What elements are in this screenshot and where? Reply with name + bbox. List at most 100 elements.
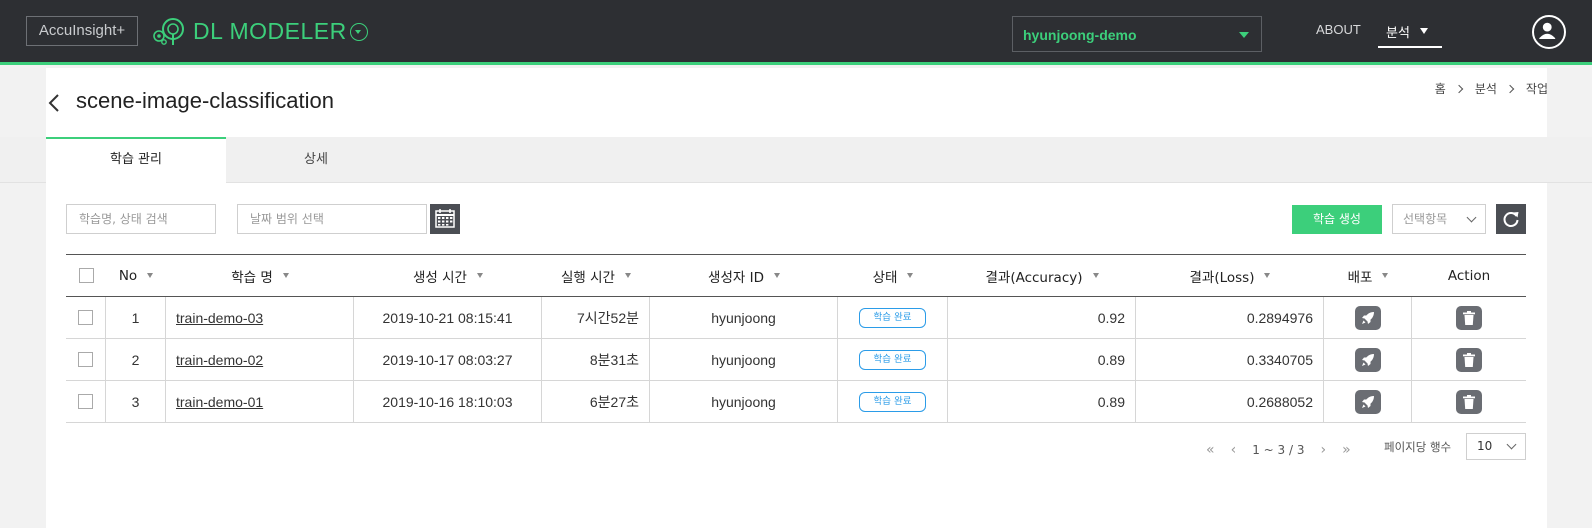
header-label: 생성 시간 (413, 269, 467, 286)
row-checkbox[interactable] (78, 394, 93, 409)
item-select-placeholder: 선택항목 (1403, 212, 1448, 226)
cell-created: 2019-10-17 08:03:27 (354, 339, 542, 380)
cell-name: train-demo-02 (166, 339, 354, 380)
training-name-link[interactable]: train-demo-01 (176, 394, 263, 410)
breadcrumb-analysis[interactable]: 분석 (1475, 80, 1497, 97)
cell-name: train-demo-01 (166, 381, 354, 422)
breadcrumb-home[interactable]: 홈 (1435, 80, 1446, 97)
product-menu-dropdown-icon[interactable] (350, 23, 368, 41)
cell-loss: 0.2894976 (1136, 297, 1324, 338)
deploy-button[interactable] (1354, 389, 1381, 414)
nav-about-link[interactable]: ABOUT (1316, 22, 1361, 37)
sort-icon (1092, 273, 1099, 278)
rows-per-page-select[interactable]: 10 (1466, 433, 1526, 460)
status-badge: 학습 완료 (858, 349, 927, 370)
header-creator[interactable]: 생성자 ID (650, 255, 838, 296)
tab-training-management[interactable]: 학습 관리 (46, 137, 226, 183)
trash-icon (1463, 310, 1475, 325)
caret-down-icon (1420, 28, 1428, 34)
product-name: DL MODELER (193, 18, 347, 44)
table-row: 3 train-demo-01 2019-10-16 18:10:03 6분27… (66, 381, 1526, 423)
header-deploy[interactable]: 배포 (1324, 255, 1412, 296)
nav-analysis-label: 분석 (1386, 26, 1410, 41)
user-avatar-icon[interactable] (1532, 15, 1566, 49)
row-checkbox[interactable] (78, 310, 93, 325)
next-page-icon[interactable]: › (1320, 442, 1326, 458)
calendar-icon (435, 209, 455, 228)
header-label: 상태 (872, 269, 898, 286)
search-input[interactable]: 학습명, 상태 검색 (66, 204, 216, 234)
cell-duration: 6분27초 (542, 381, 650, 422)
date-range-input[interactable]: 날짜 범위 선택 (237, 204, 427, 234)
deploy-button[interactable] (1354, 347, 1381, 372)
row-checkbox-cell (66, 381, 106, 422)
cell-no: 3 (106, 381, 166, 422)
training-name-link[interactable]: train-demo-03 (176, 310, 263, 326)
calendar-button[interactable] (430, 204, 460, 234)
sort-icon (624, 273, 631, 278)
caret-down-icon (1239, 32, 1249, 38)
status-badge: 학습 완료 (858, 307, 927, 328)
cell-action (1412, 381, 1526, 422)
cell-status: 학습 완료 (838, 339, 948, 380)
training-name-link[interactable]: train-demo-02 (176, 352, 263, 368)
table-row: 2 train-demo-02 2019-10-17 08:03:27 8분31… (66, 339, 1526, 381)
header-loss[interactable]: 결과(Loss) (1136, 255, 1324, 296)
accuinsight-logo[interactable]: AccuInsight+ (26, 16, 138, 46)
header-duration[interactable]: 실행 시간 (542, 255, 650, 296)
header-label: 생성자 ID (708, 269, 764, 286)
back-arrow-icon[interactable] (47, 94, 63, 112)
cell-status: 학습 완료 (838, 297, 948, 338)
refresh-button[interactable] (1496, 204, 1526, 234)
header-created[interactable]: 생성 시간 (354, 255, 542, 296)
nav-analysis-menu[interactable]: 분석 (1378, 22, 1442, 48)
cell-no: 2 (106, 339, 166, 380)
cell-status: 학습 완료 (838, 381, 948, 422)
delete-button[interactable] (1456, 389, 1482, 414)
cell-accuracy: 0.89 (948, 339, 1136, 380)
cell-name: train-demo-03 (166, 297, 354, 338)
header-name[interactable]: 학습 명 (166, 255, 354, 296)
prev-page-icon[interactable]: ‹ (1231, 442, 1237, 458)
dl-modeler-logo-icon (153, 18, 184, 45)
delete-button[interactable] (1456, 305, 1482, 330)
create-training-button[interactable]: 학습 생성 (1292, 205, 1382, 234)
cell-deploy (1324, 381, 1412, 422)
rocket-icon (1361, 353, 1374, 366)
header-label: 배포 (1347, 269, 1373, 286)
cell-creator: hyunjoong (650, 297, 838, 338)
row-checkbox-cell (66, 339, 106, 380)
header-accuracy[interactable]: 결과(Accuracy) (948, 255, 1136, 296)
item-select[interactable]: 선택항목 (1392, 204, 1486, 234)
row-checkbox-cell (66, 297, 106, 338)
chevron-down-icon (1466, 212, 1477, 223)
header-label: Action (1447, 267, 1491, 284)
header-no[interactable]: No (106, 255, 166, 296)
training-table: No 학습 명 생성 시간 실행 시간 생성자 ID 상태 결과(Accurac… (66, 254, 1526, 423)
first-page-icon[interactable]: « (1206, 442, 1215, 458)
rows-per-page-label: 페이지당 행수 (1384, 440, 1452, 454)
status-badge: 학습 완료 (858, 391, 927, 412)
deploy-button[interactable] (1354, 305, 1381, 330)
project-select-value: hyunjoong-demo (1023, 27, 1137, 43)
project-select[interactable]: hyunjoong-demo (1012, 16, 1262, 52)
cell-creator: hyunjoong (650, 339, 838, 380)
trash-icon (1463, 394, 1475, 409)
cell-action (1412, 297, 1526, 338)
chevron-down-icon (1506, 439, 1517, 450)
row-checkbox[interactable] (78, 352, 93, 367)
cell-created: 2019-10-21 08:15:41 (354, 297, 542, 338)
rocket-icon (1361, 395, 1374, 408)
sort-icon (282, 273, 289, 278)
header-status[interactable]: 상태 (838, 255, 948, 296)
table-row: 1 train-demo-03 2019-10-21 08:15:41 7시간5… (66, 297, 1526, 339)
cell-created: 2019-10-16 18:10:03 (354, 381, 542, 422)
header-checkbox-cell (66, 255, 106, 296)
tab-detail[interactable]: 상세 (226, 137, 406, 183)
cell-deploy (1324, 339, 1412, 380)
last-page-icon[interactable]: » (1342, 442, 1351, 458)
select-all-checkbox[interactable] (78, 268, 94, 283)
sort-icon (147, 273, 154, 278)
page-title: scene-image-classification (76, 88, 334, 113)
delete-button[interactable] (1456, 347, 1482, 372)
